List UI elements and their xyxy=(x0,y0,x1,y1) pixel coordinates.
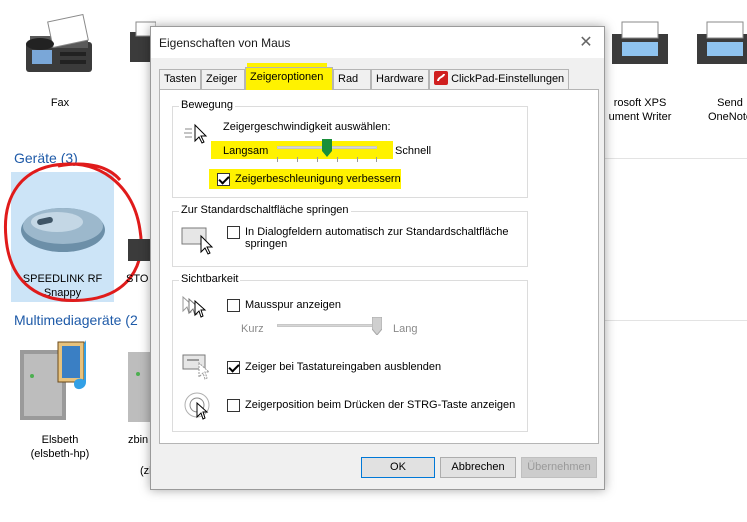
tab-rad[interactable]: Rad xyxy=(333,69,371,89)
fax-icon xyxy=(26,14,92,72)
cancel-button[interactable]: Abbrechen xyxy=(440,457,516,478)
tick xyxy=(376,157,377,162)
accel-label: Zeigerbeschleunigung verbessern xyxy=(235,173,401,185)
group-snap-title: Zur Standardschaltfläche springen xyxy=(179,204,351,216)
tick xyxy=(297,157,298,162)
device-media-2-label-1: zbin xyxy=(128,434,149,446)
ctrl-label: Zeigerposition beim Drücken der STRG-Tas… xyxy=(245,399,516,411)
media-server-icon xyxy=(128,352,150,422)
trails-slider[interactable] xyxy=(277,315,382,339)
ctrl-checkbox[interactable] xyxy=(227,399,240,412)
device-fax[interactable]: Fax xyxy=(15,10,105,125)
trails-short-label: Kurz xyxy=(241,323,264,335)
group-divider xyxy=(605,320,747,321)
tab-zeigeroptionen-label: Zeigeroptionen xyxy=(250,71,324,83)
trails-slider-thumb[interactable] xyxy=(372,317,382,335)
group-snap: Zur Standardschaltfläche springen In Dia… xyxy=(172,204,528,267)
printer-icon xyxy=(612,21,668,64)
tick xyxy=(357,157,358,162)
pointer-trails-icon xyxy=(182,295,207,318)
group-visibility: Sichtbarkeit Mausspur anzeigen Kurz Lang xyxy=(172,273,528,432)
drive-icon xyxy=(128,239,150,261)
tab-hardware[interactable]: Hardware xyxy=(371,69,429,89)
trails-label: Mausspur anzeigen xyxy=(245,299,342,311)
tick xyxy=(277,157,278,162)
close-button[interactable]: ✕ xyxy=(568,27,604,58)
tab-zeiger[interactable]: Zeiger xyxy=(201,69,245,89)
mouse-properties-dialog: Eigenschaften von Maus ✕ Tasten Zeiger Z… xyxy=(150,26,605,490)
device-fax-label: Fax xyxy=(50,97,70,109)
snap-to-icon xyxy=(181,227,214,255)
trails-long-label: Lang xyxy=(393,323,418,335)
media-server-icon xyxy=(20,340,86,420)
speed-label: Zeigergeschwindigkeit auswählen: xyxy=(223,121,391,133)
device-media-elsbeth-label-2: (elsbeth-hp) xyxy=(30,448,90,460)
device-sto-label: STO xyxy=(126,273,149,285)
trails-slider-track xyxy=(277,324,377,327)
device-media-elsbeth[interactable]: Elsbeth (elsbeth-hp) xyxy=(10,336,110,466)
snap-label: In Dialogfeldern automatisch zur Standar… xyxy=(245,226,509,250)
printer-icon xyxy=(697,21,747,64)
tab-zeigeroptionen[interactable]: Zeigeroptionen xyxy=(245,67,333,90)
group-movement-title: Bewegung xyxy=(179,99,235,111)
device-xps-label-1: rosoft XPS xyxy=(613,97,667,109)
speed-slider[interactable] xyxy=(277,137,377,163)
hide-checkbox[interactable] xyxy=(227,361,240,374)
group-divider xyxy=(605,158,747,159)
tick xyxy=(317,157,318,162)
snap-checkbox[interactable] xyxy=(227,226,240,239)
close-icon: ✕ xyxy=(579,34,593,51)
trails-checkbox[interactable] xyxy=(227,299,240,312)
group-multimedia-title[interactable]: Multimediageräte (2 xyxy=(14,312,138,328)
dialog-title: Eigenschaften von Maus xyxy=(159,36,291,50)
group-movement: Bewegung Zeigergeschwindigkeit auswählen… xyxy=(172,99,528,198)
pointer-speed-icon xyxy=(184,123,208,144)
device-media-elsbeth-label-1: Elsbeth xyxy=(41,434,79,446)
ok-button[interactable]: OK xyxy=(361,457,435,478)
device-xps-label-2: ument Writer xyxy=(608,111,672,123)
speed-slow-label: Langsam xyxy=(223,145,269,157)
apply-button[interactable]: Übernehmen xyxy=(521,457,597,478)
device-onenote-label-1: Send xyxy=(717,97,743,109)
locate-pointer-icon xyxy=(184,392,210,420)
accel-checkbox[interactable] xyxy=(217,173,230,186)
device-onenote-label-2: OneNote xyxy=(707,111,747,123)
tab-tasten[interactable]: Tasten xyxy=(159,69,201,89)
tab-clickpad[interactable]: ClickPad-Einstellungen xyxy=(429,69,569,89)
synaptics-icon xyxy=(434,71,448,85)
tick xyxy=(337,157,338,162)
tab-clickpad-label: ClickPad-Einstellungen xyxy=(451,73,565,85)
tab-panel-zeigeroptionen: Bewegung Zeigergeschwindigkeit auswählen… xyxy=(159,89,599,444)
hide-pointer-icon xyxy=(182,354,211,380)
hide-label: Zeiger bei Tastatureingaben ausblenden xyxy=(245,361,442,373)
group-visibility-title: Sichtbarkeit xyxy=(179,273,241,285)
speed-fast-label: Schnell xyxy=(395,145,432,157)
title-bar[interactable]: Eigenschaften von Maus ✕ xyxy=(151,27,604,58)
speed-slider-thumb[interactable] xyxy=(322,139,332,157)
